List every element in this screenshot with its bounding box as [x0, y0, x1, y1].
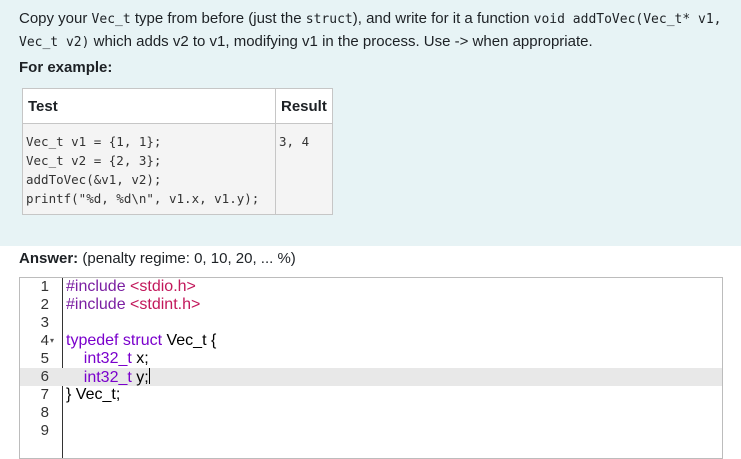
line-code: int32_t y;: [66, 368, 150, 387]
question-text-3: ), and write for it a function: [352, 10, 534, 27]
field-y: y;: [131, 369, 149, 386]
code-vec-t: Vec_t: [91, 12, 131, 27]
keyword-struct: struct: [118, 332, 163, 349]
answer-label-row: Answer: (penalty regime: 0, 10, 20, ... …: [19, 250, 296, 267]
line-code: } Vec_t;: [66, 386, 121, 403]
penalty-regime: (penalty regime: 0, 10, 20, ... %): [82, 250, 296, 267]
editor-line-6-active[interactable]: 6 int32_t y;: [20, 368, 722, 386]
question-text-4: which adds v2 to v1, modifying v1 in the…: [89, 33, 593, 50]
text-cursor: [148, 368, 150, 384]
test-cell: Vec_t v1 = {1, 1}; Vec_t v2 = {2, 3}; ad…: [22, 123, 276, 215]
line-number: 5: [40, 350, 49, 367]
fold-toggle-icon[interactable]: ▾: [50, 332, 54, 350]
type-int32: int32_t: [66, 350, 132, 367]
col-test-header: Test: [22, 88, 276, 124]
question-text: Copy your Vec_t type from before (just t…: [19, 8, 724, 54]
line-number: 6: [40, 368, 49, 385]
code-editor[interactable]: 1 #include <stdio.h> 2 #include <stdint.…: [19, 277, 723, 459]
line-number: 2: [40, 296, 49, 313]
preprocessor-directive: #include: [66, 278, 126, 295]
answer-label: Answer:: [19, 250, 79, 267]
line-number: 7: [40, 386, 49, 403]
include-target: <stdint.h>: [125, 296, 201, 313]
line-number: 4: [40, 332, 49, 349]
result-value: 3, 4: [279, 134, 310, 149]
line-number: 8: [40, 404, 49, 421]
test-code: Vec_t v1 = {1, 1}; Vec_t v2 = {2, 3}; ad…: [26, 134, 260, 206]
result-cell: 3, 4: [275, 123, 333, 215]
editor-line-7[interactable]: 7 } Vec_t;: [20, 386, 722, 404]
table-row: Vec_t v1 = {1, 1}; Vec_t v2 = {2, 3}; ad…: [22, 123, 333, 215]
example-table-header: Test Result: [22, 88, 333, 124]
include-target: <stdio.h>: [125, 278, 196, 295]
type-int32: int32_t: [66, 369, 132, 386]
example-table: Test Result Vec_t v1 = {1, 1}; Vec_t v2 …: [22, 88, 333, 215]
editor-line-5[interactable]: 5 int32_t x;: [20, 350, 722, 368]
line-code: #include <stdio.h>: [66, 278, 196, 296]
keyword-typedef: typedef: [66, 332, 119, 349]
field-x: x;: [131, 350, 149, 367]
question-text-1: Copy your: [19, 10, 92, 27]
for-example-heading: For example:: [19, 59, 113, 76]
line-code: #include <stdint.h>: [66, 296, 200, 314]
code-struct: struct: [305, 12, 353, 27]
col-result-header: Result: [275, 88, 333, 124]
line-number: 1: [40, 278, 49, 295]
question-text-2: type from before (just the: [130, 10, 306, 27]
preprocessor-directive: #include: [66, 296, 126, 313]
line-number: 3: [40, 314, 49, 331]
line-code: typedef struct Vec_t {: [66, 332, 216, 350]
line-number: 9: [40, 422, 49, 439]
editor-line-1[interactable]: 1 #include <stdio.h>: [20, 278, 722, 296]
editor-line-8[interactable]: 8: [20, 404, 722, 422]
editor-line-3[interactable]: 3: [20, 314, 722, 332]
struct-name: Vec_t {: [162, 332, 217, 349]
editor-line-9[interactable]: 9: [20, 422, 722, 440]
question-panel: Copy your Vec_t type from before (just t…: [0, 0, 741, 246]
editor-line-4[interactable]: 4 ▾ typedef struct Vec_t {: [20, 332, 722, 350]
line-code: int32_t x;: [66, 350, 149, 368]
editor-line-2[interactable]: 2 #include <stdint.h>: [20, 296, 722, 314]
